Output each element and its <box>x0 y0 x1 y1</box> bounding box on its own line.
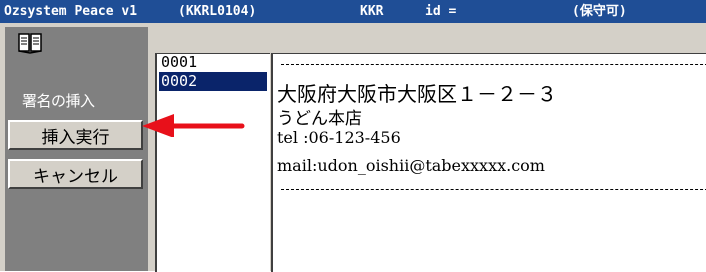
signature-mail: mail:udon_oishii@tabexxxxx.com <box>277 156 545 175</box>
user-code: KKR <box>360 4 384 19</box>
bottom-divider <box>281 189 706 190</box>
list-item[interactable]: 0001 <box>159 53 267 72</box>
list-item-selected[interactable]: 0002 <box>159 72 267 91</box>
cancel-button[interactable]: キャンセル <box>8 159 143 189</box>
red-arrow-annotation <box>142 114 245 137</box>
id-label: id = <box>425 4 457 19</box>
signature-preview: 大阪府大阪市大阪区１－２－３ うどん本店 tel :06-123-456 mai… <box>271 53 706 272</box>
signature-list: 0001 0002 <box>155 53 270 272</box>
signature-tel: tel :06-123-456 <box>277 128 401 147</box>
book-icon <box>18 33 42 54</box>
maintenance-status: (保守可) <box>572 4 627 19</box>
title-bar: Ozsystem Peace v1 (KKRL0104) KKR id = (保… <box>0 0 706 23</box>
insert-signature-label: 署名の挿入 <box>22 92 95 110</box>
top-divider <box>281 64 706 65</box>
app-title: Ozsystem Peace v1 <box>4 4 138 19</box>
insert-execute-button[interactable]: 挿入実行 <box>8 120 143 150</box>
id-value-masked <box>478 4 566 19</box>
signature-address: 大阪府大阪市大阪区１－２－３ <box>277 82 557 106</box>
signature-shop-name: うどん本店 <box>277 109 362 129</box>
screen-code: (KKRL0104) <box>178 4 257 19</box>
